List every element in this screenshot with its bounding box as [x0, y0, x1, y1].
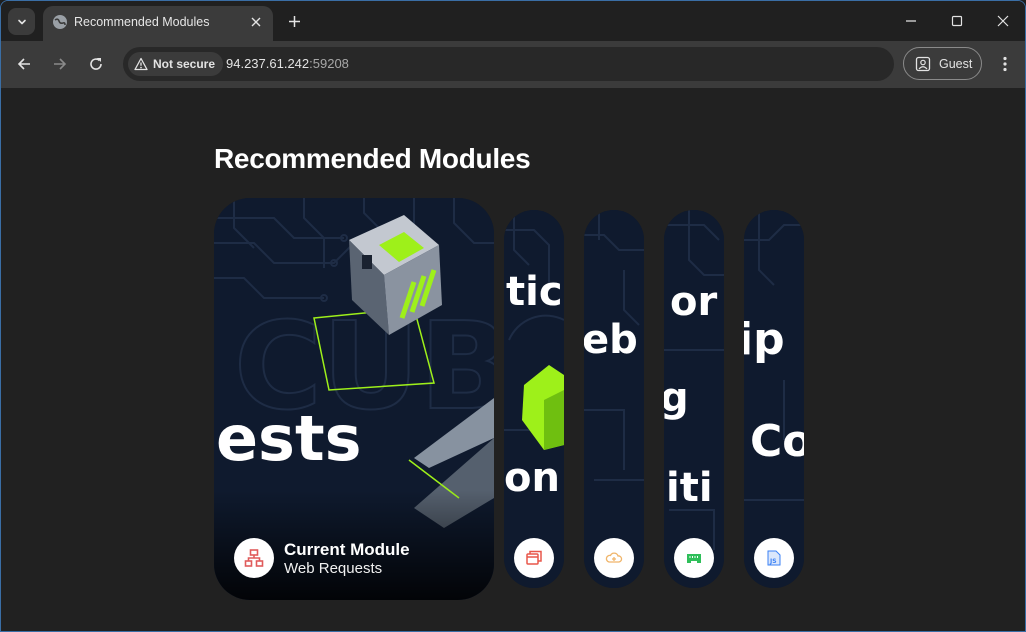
card-art-text: on: [504, 455, 560, 501]
module-icon: [514, 538, 554, 578]
module-icon: JS: [754, 538, 794, 578]
maximize-icon: [951, 15, 963, 27]
card-art-text: g: [664, 378, 689, 418]
module-icon: [234, 538, 274, 578]
module-icon: [674, 538, 714, 578]
module-card-1[interactable]: tic on: [504, 210, 564, 588]
ethernet-icon: [687, 554, 701, 563]
close-window-button[interactable]: [991, 9, 1015, 33]
warning-icon: [134, 57, 148, 71]
security-label: Not secure: [153, 57, 216, 71]
close-icon: [251, 17, 261, 27]
card-art-text: or: [670, 279, 718, 325]
profile-button[interactable]: Guest: [903, 47, 982, 80]
card-art-text: tic: [506, 269, 563, 315]
module-card-3[interactable]: or g iti: [664, 210, 724, 588]
circuit-background: [504, 210, 564, 588]
card-art-text: ests: [216, 402, 362, 475]
minimize-button[interactable]: [899, 9, 923, 33]
browser-menu-button[interactable]: [993, 52, 1017, 76]
url-port: :59208: [309, 56, 349, 71]
tab-title: Recommended Modules: [74, 15, 210, 29]
minimize-icon: [906, 20, 916, 22]
circuit-background: [744, 210, 804, 588]
close-icon: [997, 15, 1009, 27]
module-card-4[interactable]: ip Co JS: [744, 210, 804, 588]
browser-tab[interactable]: Recommended Modules: [43, 6, 273, 41]
chevron-down-icon: [17, 19, 26, 24]
arrow-right-icon: [54, 58, 67, 70]
profile-label: Guest: [939, 56, 973, 71]
back-button[interactable]: [12, 52, 36, 76]
address-bar[interactable]: Not secure 94.237.61.242:59208: [123, 47, 894, 81]
tab-strip: Recommended Modules: [1, 1, 1025, 41]
windows-icon: [526, 550, 542, 565]
current-module-label: Current Module Web Requests: [284, 540, 410, 578]
tab-close-button[interactable]: [247, 13, 265, 31]
network-icon: [244, 549, 264, 567]
arrow-left-icon: [17, 58, 30, 70]
plus-icon: [288, 15, 300, 27]
svg-text:JS: JS: [769, 558, 777, 565]
current-module-name: Web Requests: [284, 560, 383, 577]
tab-search-button[interactable]: [8, 8, 35, 35]
guest-profile-icon: [915, 56, 931, 71]
card-art-text: iti: [666, 465, 713, 511]
card-art-text: ip: [744, 314, 785, 365]
more-vert-icon: [1003, 56, 1007, 72]
maximize-button[interactable]: [945, 9, 969, 33]
url-host: 94.237.61.242: [226, 56, 310, 71]
page-title: Recommended Modules: [214, 143, 531, 174]
module-icon: [594, 538, 634, 578]
browser-toolbar: Not secure 94.237.61.242:59208 Guest: [1, 41, 1025, 88]
globe-icon: [53, 15, 67, 29]
browser-window: Recommended Modules Not secure 94.237.61…: [0, 0, 1026, 632]
forward-button[interactable]: [48, 52, 72, 76]
new-tab-button[interactable]: [284, 11, 304, 31]
card-art-text: eb: [584, 317, 638, 363]
card-art-text: Co: [750, 416, 804, 467]
current-module-caption: Current Module: [284, 540, 410, 559]
module-card-2[interactable]: eb: [584, 210, 644, 588]
circuit-background: [584, 210, 644, 588]
current-module-card[interactable]: CUB ests Current Module Web Requests: [214, 198, 494, 600]
web-cloud-icon: [605, 552, 623, 563]
reload-button[interactable]: [84, 52, 108, 76]
javascript-icon: JS: [767, 550, 781, 566]
reload-icon: [90, 58, 102, 70]
page-content: Recommended Modules CUB ests Current Mod…: [1, 88, 1025, 631]
security-indicator[interactable]: Not secure: [128, 52, 224, 76]
url-text: 94.237.61.242:59208: [226, 56, 349, 71]
